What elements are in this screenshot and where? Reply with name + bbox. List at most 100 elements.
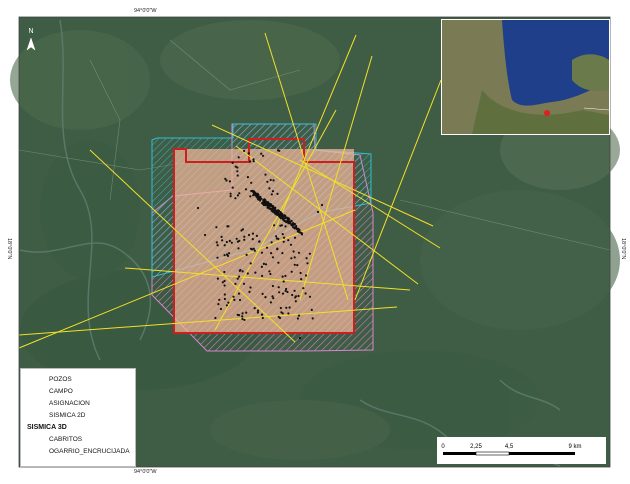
well-dot [229, 195, 232, 198]
well-dot [286, 220, 289, 223]
map-legend: POZOS CAMPO ASIGNACION SISMICA 2D SISMIC… [20, 368, 136, 467]
well-dot [247, 152, 250, 155]
well-dot [264, 204, 267, 207]
well-dot [276, 192, 279, 195]
well-dot [297, 251, 301, 254]
well-dot [271, 190, 275, 193]
well-dot [302, 287, 305, 290]
well-dot [243, 235, 246, 238]
well-dot [293, 289, 296, 292]
well-dot [238, 239, 241, 242]
well-dot [293, 256, 296, 259]
well-dot [241, 228, 245, 231]
north-label: N [28, 28, 33, 35]
well-dot [225, 253, 229, 256]
well-dot [284, 225, 287, 228]
well-dot [203, 233, 207, 237]
well-dot [231, 161, 234, 164]
well-dot [262, 262, 265, 265]
well-dot [260, 251, 264, 254]
well-dot [215, 226, 218, 229]
well-dot [262, 199, 265, 202]
well-dot [273, 224, 276, 227]
well-dot [272, 179, 275, 182]
well-dot [271, 256, 275, 259]
well-dot [296, 264, 299, 267]
scale-segment-3 [509, 452, 575, 455]
well-dot [320, 203, 324, 207]
well-dot [227, 301, 230, 304]
well-dot [241, 315, 244, 318]
well-dot [216, 256, 219, 259]
well-dot [223, 293, 226, 296]
well-dot [266, 180, 269, 183]
well-dot [300, 278, 303, 281]
well-dot [278, 316, 282, 320]
well-dot [253, 307, 256, 310]
well-dot [232, 295, 235, 298]
well-dot [281, 275, 284, 278]
well-dot [196, 206, 200, 210]
well-dot [225, 304, 228, 307]
well-dot [260, 313, 264, 316]
well-dot [255, 234, 258, 237]
well-dot [277, 209, 280, 212]
well-dot [316, 210, 320, 214]
well-dot [233, 298, 236, 301]
well-dot [249, 262, 252, 265]
well-dot [250, 189, 253, 193]
well-dot [236, 313, 239, 316]
well-dot [219, 307, 223, 311]
well-dot [245, 253, 248, 256]
well-dot [285, 287, 288, 291]
well-dot [306, 262, 309, 265]
well-dot [223, 244, 226, 247]
well-dot [289, 220, 292, 223]
well-dot [283, 236, 286, 239]
well-dot [294, 296, 297, 299]
well-dot [228, 180, 231, 183]
well-dot [285, 306, 288, 309]
well-dot [278, 215, 281, 218]
well-dot [245, 311, 248, 314]
well-dot [304, 274, 308, 277]
location-inset-map[interactable] [441, 19, 610, 135]
well-dot [231, 186, 234, 189]
well-dot [250, 181, 253, 184]
scale-segment-2 [475, 451, 510, 456]
well-dot [237, 156, 240, 159]
well-dot [214, 316, 217, 320]
well-dot [235, 237, 238, 240]
well-dot [282, 280, 285, 283]
well-dot [249, 286, 252, 289]
well-dot [281, 252, 284, 255]
well-dot [241, 312, 244, 315]
well-dot [290, 270, 293, 273]
well-dot [287, 312, 290, 315]
well-dot [254, 271, 257, 274]
well-dot [234, 197, 237, 200]
well-dot [223, 254, 226, 257]
well-dot [241, 270, 244, 273]
well-dot [230, 241, 233, 244]
well-dot [276, 248, 279, 251]
well-dot [238, 269, 241, 272]
well-dot [268, 187, 271, 190]
well-dot [234, 165, 237, 168]
well-dot [243, 149, 246, 152]
well-dot [246, 176, 249, 179]
well-dot [264, 263, 268, 266]
coord-right: 18°0'0"N [620, 238, 626, 260]
well-dot [256, 309, 260, 312]
well-dot [221, 239, 224, 242]
well-dot [252, 194, 255, 197]
well-dot [249, 195, 252, 198]
well-dot [224, 177, 227, 180]
well-dot [270, 207, 273, 210]
well-dot [308, 295, 312, 298]
well-dot [304, 292, 307, 295]
well-dot [243, 238, 246, 241]
well-dot [256, 192, 259, 195]
scale-tick-2: 4,5 [505, 444, 514, 450]
well-dot [227, 252, 231, 255]
